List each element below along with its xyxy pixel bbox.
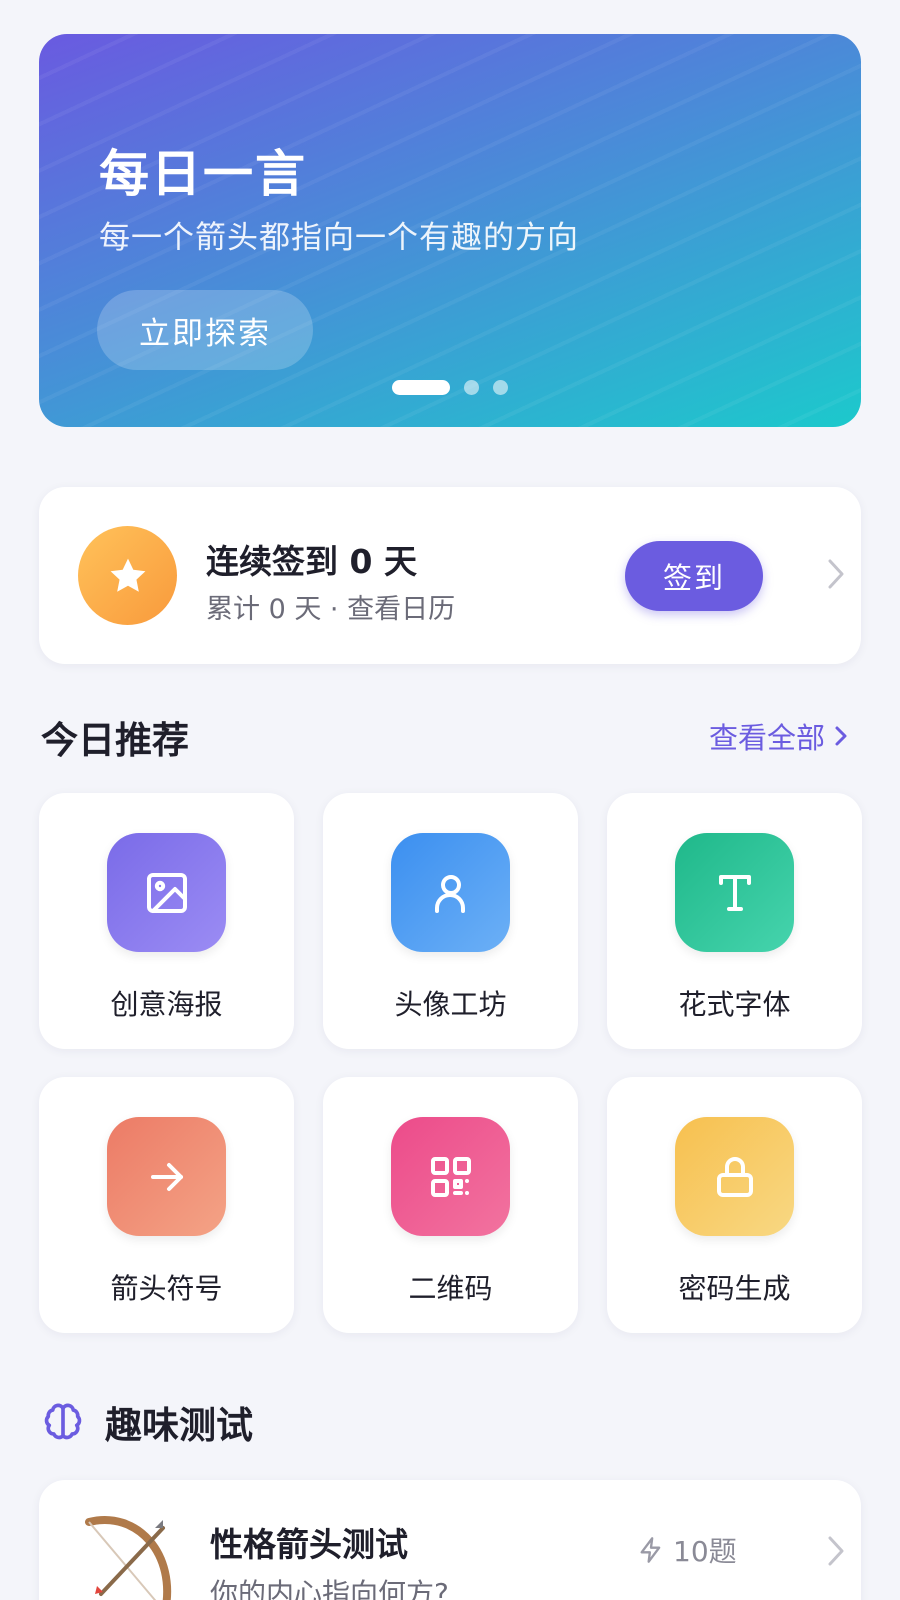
- lightning-icon: [640, 1537, 661, 1563]
- user-icon: [391, 833, 510, 952]
- checkin-total[interactable]: 累计 0 天 · 查看日历: [206, 587, 455, 626]
- quiz-card[interactable]: 性格箭头测试 你的内心指向何方? 10题: [39, 1480, 861, 1600]
- carousel-dot-2[interactable]: [464, 380, 479, 395]
- quiz-question-count: 10题: [637, 1530, 737, 1570]
- tool-tile-password[interactable]: 密码生成: [607, 1077, 862, 1333]
- tool-tile-arrow-symbols[interactable]: 箭头符号: [39, 1077, 294, 1333]
- see-all-label: 查看全部: [709, 721, 826, 755]
- banner-subtitle: 每一个箭头都指向一个有趣的方向: [99, 220, 579, 256]
- bow-arrow-icon: [85, 1516, 172, 1600]
- recommend-title: 今日推荐: [41, 719, 189, 762]
- home-page: 每日一言 每一个箭头都指向一个有趣的方向 立即探索 连续签到 0 天 累计 0 …: [0, 0, 900, 1600]
- arrow-right-icon: [107, 1117, 226, 1236]
- tool-label: 创意海报: [110, 988, 223, 1021]
- qr-code-icon: [391, 1117, 510, 1236]
- tool-label: 花式字体: [678, 988, 791, 1021]
- image-icon: [107, 833, 226, 952]
- banner-title: 每日一言: [99, 145, 307, 203]
- tool-label: 箭头符号: [110, 1272, 223, 1305]
- tool-tile-fancy-font[interactable]: 花式字体: [607, 793, 862, 1049]
- star-icon: [78, 526, 177, 625]
- daily-quote-banner[interactable]: 每日一言 每一个箭头都指向一个有趣的方向 立即探索: [39, 34, 861, 427]
- tool-label: 密码生成: [678, 1272, 791, 1305]
- carousel-dot-1[interactable]: [392, 380, 450, 395]
- tool-label: 二维码: [408, 1272, 493, 1305]
- tool-label: 头像工坊: [394, 988, 507, 1021]
- checkin-button[interactable]: 签到: [625, 541, 763, 611]
- tool-tile-qr-code[interactable]: 二维码: [323, 1077, 578, 1333]
- carousel-dot-3[interactable]: [493, 380, 508, 395]
- quiz-subtitle: 你的内心指向何方?: [210, 1577, 449, 1600]
- quiz-count-label: 10题: [673, 1535, 737, 1568]
- carousel-indicator[interactable]: [39, 380, 861, 395]
- see-all-link[interactable]: 查看全部: [709, 715, 849, 757]
- checkin-card[interactable]: 连续签到 0 天 累计 0 天 · 查看日历 签到: [39, 487, 861, 664]
- chevron-right-icon[interactable]: [826, 557, 846, 591]
- tool-tile-avatar[interactable]: 头像工坊: [323, 793, 578, 1049]
- fun-tests-title: 趣味测试: [105, 1404, 253, 1447]
- chevron-right-icon: [835, 726, 847, 746]
- chevron-right-icon[interactable]: [826, 1534, 846, 1568]
- fun-tests-header: 趣味测试: [41, 1395, 253, 1449]
- tool-tile-poster[interactable]: 创意海报: [39, 793, 294, 1049]
- lock-icon: [675, 1117, 794, 1236]
- text-t-icon: [675, 833, 794, 952]
- explore-button[interactable]: 立即探索: [97, 290, 313, 370]
- checkin-streak: 连续签到 0 天: [206, 542, 417, 581]
- quiz-title: 性格箭头测试: [210, 1525, 408, 1564]
- brain-icon: [44, 1403, 82, 1440]
